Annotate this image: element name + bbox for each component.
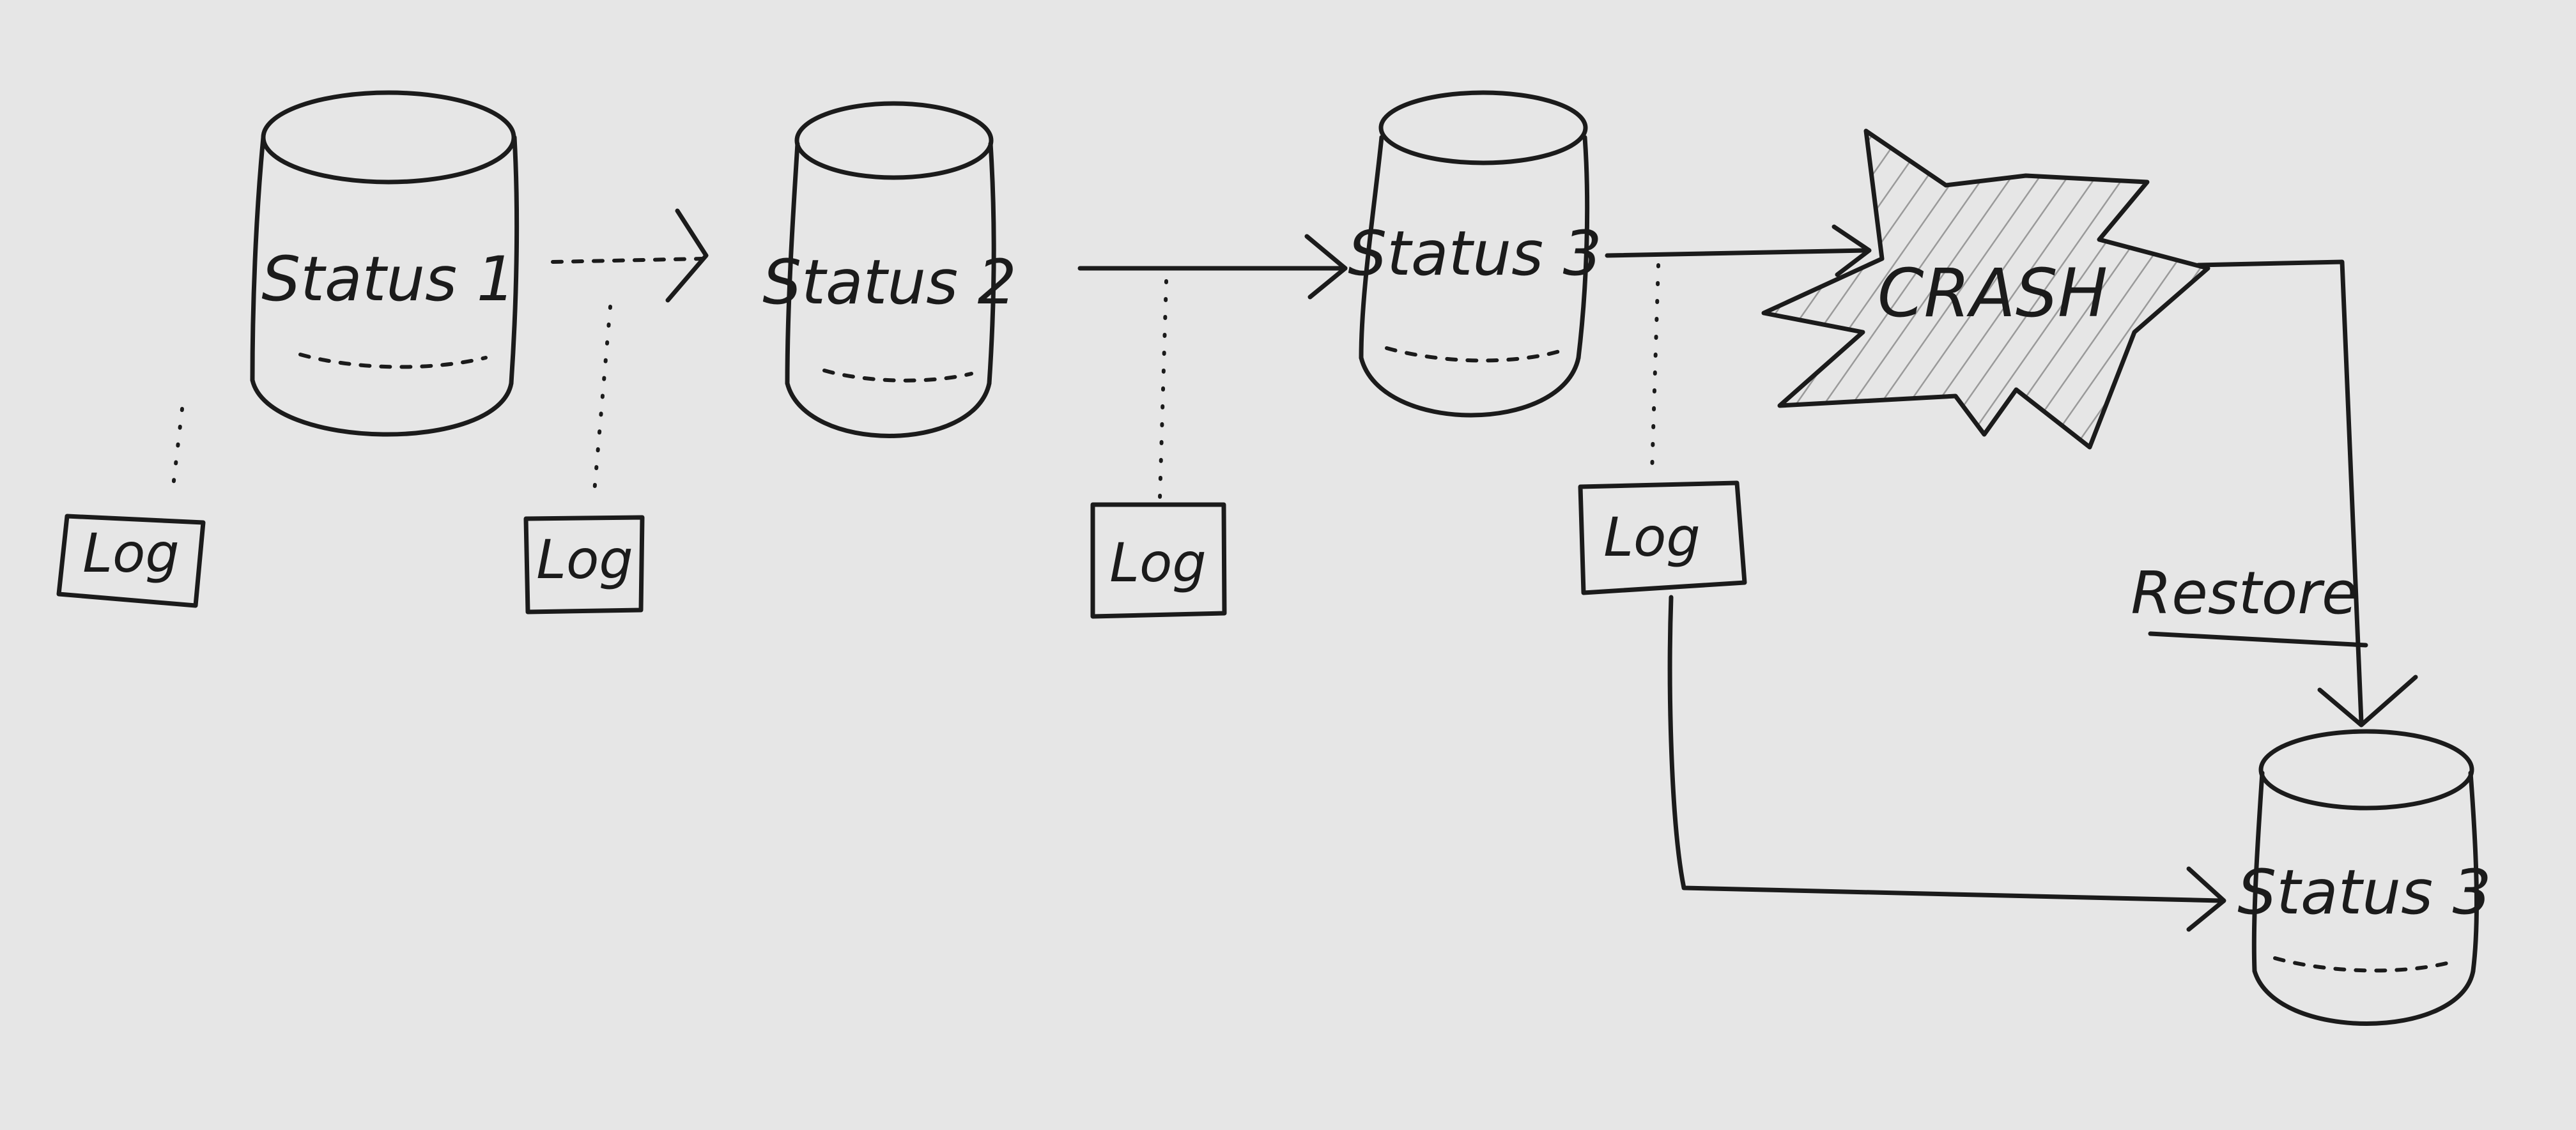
restore-label: Restore <box>2131 559 2357 627</box>
database-label: Status 3 <box>1348 218 1602 289</box>
log-label: Log <box>536 528 633 591</box>
database-label: Status 2 <box>762 247 1017 318</box>
database-cylinder-status-1: Status 1 <box>250 90 520 437</box>
diagram-canvas: Status 1 Status 2 Status 3 Status 3 CRAS… <box>0 0 2576 1130</box>
arrow-status3-to-crash <box>1605 224 1872 277</box>
database-label: Status 3 <box>2237 857 2492 928</box>
restore-arrow: Restore <box>2131 259 2418 728</box>
log-box-2: Log <box>523 305 645 615</box>
database-cylinder-status-2: Status 2 <box>762 101 1017 438</box>
log-box-3: Log <box>1090 279 1227 619</box>
log-label: Log <box>1603 506 1701 569</box>
database-cylinder-status-3: Status 3 <box>1348 90 1602 418</box>
database-label: Status 1 <box>261 243 516 315</box>
log-label: Log <box>82 522 180 584</box>
log-label: Log <box>1109 531 1207 594</box>
database-cylinder-status-3-restored: Status 3 <box>2237 729 2492 1026</box>
crash-label: CRASH <box>1878 254 2108 332</box>
diagram-svg: Status 1 Status 2 Status 3 Status 3 CRAS… <box>56 90 2492 1026</box>
log-box-4: Log <box>1578 263 1747 595</box>
log-replay-arrow <box>1667 595 2226 932</box>
arrow-status2-to-status3 <box>1077 234 1348 300</box>
crash-burst: CRASH <box>1761 128 2210 450</box>
log-box-1: Log <box>56 407 206 608</box>
arrow-status1-to-status2 <box>551 208 709 303</box>
